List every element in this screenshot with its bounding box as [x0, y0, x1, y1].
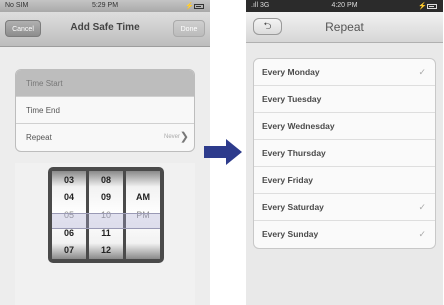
ampm-option	[142, 245, 145, 255]
day-label: Every Saturday	[262, 202, 324, 212]
battery-icon: ⚡	[418, 2, 437, 10]
day-row-thursday[interactable]: Every Thursday	[254, 140, 435, 167]
day-row-monday[interactable]: Every Monday ✓	[254, 59, 435, 86]
chevron-right-icon: ❯	[179, 131, 189, 143]
settings-list: Time Start Time End Repeat Never ❯	[15, 69, 195, 152]
day-row-saturday[interactable]: Every Saturday ✓	[254, 194, 435, 221]
hour-option: 04	[63, 192, 74, 203]
day-label: Every Monday	[262, 67, 320, 77]
day-label: Every Sunday	[262, 229, 319, 239]
day-label: Every Thursday	[262, 148, 326, 158]
hour-option: 06	[63, 227, 74, 238]
arrow-right-icon	[204, 139, 242, 165]
hour-option: 03	[63, 174, 74, 185]
day-label: Every Wednesday	[262, 121, 335, 131]
status-bar: No SIM 5:29 PM ⚡	[0, 0, 210, 12]
repeat-label: Repeat	[26, 133, 52, 142]
day-label: Every Friday	[262, 175, 314, 185]
status-bar: .ıll 3G 4:20 PM ⚡	[246, 0, 443, 12]
day-row-tuesday[interactable]: Every Tuesday	[254, 86, 435, 113]
nav-bar: Cancel Add Safe Time Done	[0, 12, 210, 47]
clock: 4:20 PM	[331, 2, 358, 9]
time-picker-area: 03 04 05 06 07 08 09 10 11 12 AM PM	[15, 163, 195, 305]
day-row-sunday[interactable]: Every Sunday ✓	[254, 221, 435, 248]
ampm-option	[142, 175, 145, 185]
day-label: Every Tuesday	[262, 94, 322, 104]
checkmark-icon: ✓	[418, 229, 426, 239]
nav-bar: ⮌ Repeat	[246, 12, 443, 43]
minute-option: 09	[100, 192, 111, 203]
minute-option: 11	[101, 227, 111, 238]
repeat-value: Never	[163, 134, 180, 140]
battery-icon: ⚡	[185, 2, 204, 10]
repeat-row[interactable]: Repeat Never ❯	[16, 124, 194, 151]
selection-indicator	[52, 213, 160, 229]
repeat-screen: .ıll 3G 4:20 PM ⚡ ⮌ Repeat Every Monday …	[246, 0, 443, 305]
ampm-option	[142, 228, 145, 238]
minute-option: 12	[100, 245, 111, 256]
hour-option: 07	[63, 245, 74, 256]
day-row-wednesday[interactable]: Every Wednesday	[254, 113, 435, 140]
minute-option: 08	[100, 174, 111, 185]
checkmark-icon: ✓	[418, 67, 426, 77]
page-title: Repeat	[325, 20, 364, 34]
time-end-label: Time End	[26, 106, 60, 115]
add-safe-time-screen: No SIM 5:29 PM ⚡ Cancel Add Safe Time Do…	[0, 0, 210, 305]
done-button[interactable]: Done	[173, 20, 205, 37]
day-row-friday[interactable]: Every Friday	[254, 167, 435, 194]
clock: 5:29 PM	[91, 2, 119, 9]
checkmark-icon: ✓	[418, 202, 426, 212]
time-end-row[interactable]: Time End	[16, 97, 194, 124]
repeat-days-list: Every Monday ✓ Every Tuesday Every Wedne…	[253, 58, 436, 249]
ampm-option: AM	[136, 192, 150, 203]
time-start-label: Time Start	[26, 79, 63, 88]
time-start-row[interactable]: Time Start	[16, 70, 194, 97]
